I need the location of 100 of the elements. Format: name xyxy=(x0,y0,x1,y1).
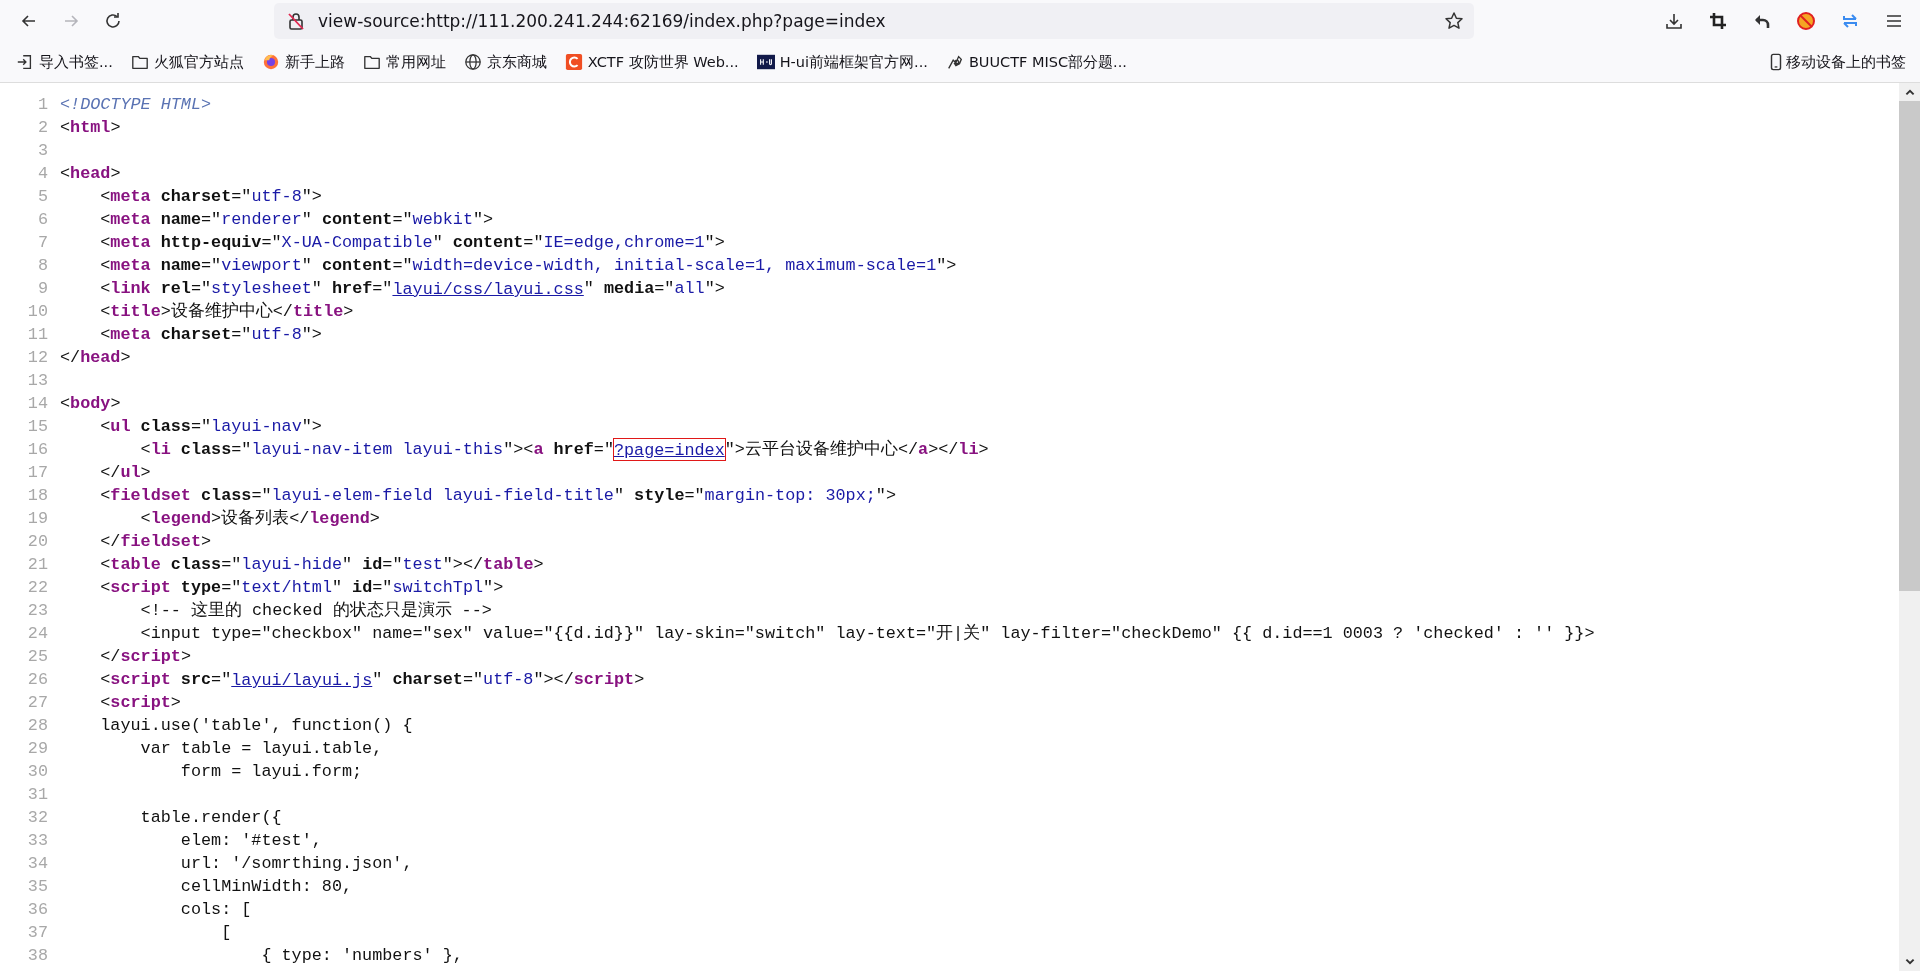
folder-icon xyxy=(362,53,381,71)
line-number: 36 xyxy=(26,899,49,921)
bookmark-item[interactable]: H-ui前端框架官方网... xyxy=(754,49,930,75)
line-number: 26 xyxy=(26,669,49,691)
line-number: 35 xyxy=(26,876,49,898)
code-text: <head> xyxy=(60,163,121,185)
line-number: 28 xyxy=(26,715,49,737)
url-text: view-source:http://111.200.241.244:62169/index.php?page=index xyxy=(318,11,887,31)
scrollbar-thumb[interactable] xyxy=(1899,101,1920,591)
code-text: </ul> xyxy=(99,462,151,484)
code-text: var table = layui.table, xyxy=(139,738,383,760)
line-number: 23 xyxy=(26,600,49,622)
c-letter-logo-icon xyxy=(564,53,583,71)
line-number: 20 xyxy=(26,531,49,553)
line-number: 21 xyxy=(26,554,49,576)
code-text: <legend>设备列表</legend> xyxy=(139,508,380,530)
line-number: 31 xyxy=(26,784,49,806)
line-number: 33 xyxy=(26,830,49,852)
code-text: [ xyxy=(220,922,232,944)
line-number: 7 xyxy=(36,232,49,254)
line-number: 12 xyxy=(26,347,49,369)
bookmark-item[interactable]: 常用网址 xyxy=(360,49,448,75)
code-text: table.render({ xyxy=(139,807,282,829)
code-text: cellMinWidth: 80, xyxy=(179,876,353,898)
dark-square-logo-icon xyxy=(756,53,775,71)
globe-icon xyxy=(463,53,482,71)
line-number: 27 xyxy=(26,692,49,714)
code-text: <meta name="viewport" content="width=device-width, initial-scale=1, maximum-scale=1"> xyxy=(99,255,957,277)
bookmark-item[interactable]: 新手上路 xyxy=(259,49,347,75)
code-text: <html> xyxy=(60,117,121,139)
bookmark-star-icon[interactable] xyxy=(1444,11,1464,31)
line-number: 10 xyxy=(26,301,49,323)
line-number: 17 xyxy=(26,462,49,484)
code-text: <meta charset="utf-8"> xyxy=(99,186,322,208)
bookmark-item[interactable]: XCTF 攻防世界 Web... xyxy=(562,49,741,75)
code-text: elem: '#test', xyxy=(179,830,322,852)
line-number: 4 xyxy=(36,163,49,185)
line-number: 8 xyxy=(36,255,49,277)
code-text: <meta name="renderer" content="webkit"> xyxy=(99,209,494,231)
scrollbar[interactable] xyxy=(1899,83,1920,971)
code-text: </script> xyxy=(99,646,191,668)
import-icon xyxy=(16,53,34,71)
line-number: 13 xyxy=(26,370,49,392)
code-text: <body> xyxy=(60,393,121,415)
line-number: 14 xyxy=(26,393,49,415)
code-text: cols: [ xyxy=(179,899,252,921)
bookmark-item[interactable]: 导入书签... xyxy=(14,49,115,75)
bookmark-item[interactable]: 移动设备上的书签 xyxy=(1765,49,1908,75)
bird-outline-icon xyxy=(945,53,964,71)
bookmark-item[interactable]: 京东商城 xyxy=(461,49,549,75)
line-number: 29 xyxy=(26,738,49,760)
code-text: url: '/somrthing.json', xyxy=(179,853,413,875)
code-text: <meta http-equiv="X-UA-Compatible" content="IE=edge,chrome=1"> xyxy=(99,232,725,254)
code-text: <script> xyxy=(99,692,181,714)
source-link[interactable]: layui/layui.js xyxy=(230,668,374,691)
code-text: " media="all"> xyxy=(583,278,725,300)
code-text: <link rel="stylesheet" href=" xyxy=(99,278,393,300)
line-number: 24 xyxy=(26,623,49,645)
code-text: ">云平台设备维护中心</a></li> xyxy=(724,438,989,461)
insecure-lock-icon xyxy=(286,11,306,31)
line-number: 18 xyxy=(26,485,49,507)
code-text: <!DOCTYPE HTML> xyxy=(60,94,212,116)
code-text: <title>设备维护中心</title> xyxy=(99,300,354,323)
source-link[interactable]: layui/css/layui.css xyxy=(391,277,585,300)
line-number: 37 xyxy=(26,922,49,944)
code-text: <!-- 这里的 checked 的状态只是演示 --> xyxy=(139,600,492,622)
line-number: 5 xyxy=(36,186,49,208)
code-text: " charset="utf-8"></script> xyxy=(372,669,645,691)
line-number: 30 xyxy=(26,761,49,783)
bookmark-item[interactable]: BUUCTF MISC部分题... xyxy=(943,49,1129,75)
code-text: <meta charset="utf-8"> xyxy=(99,324,322,346)
line-number: 16 xyxy=(26,439,49,461)
line-number: 38 xyxy=(26,945,49,967)
line-number: 34 xyxy=(26,853,49,875)
line-number: 15 xyxy=(26,416,49,438)
code-text: <input type="checkbox" name="sex" value="{{d.id}}" lay-skin="switch" lay-text="开|关" lay-filter="checkDemo" {{ d.id==1 0003 ? 'checked' : '' }}> xyxy=(139,623,1595,645)
line-number: 6 xyxy=(36,209,49,231)
line-number: 22 xyxy=(26,577,49,599)
source-link[interactable]: ?page=index xyxy=(612,438,726,461)
line-number: 32 xyxy=(26,807,49,829)
code-text: form = layui.form; xyxy=(179,761,363,783)
line-number: 1 xyxy=(36,94,49,116)
code-text: <ul class="layui-nav"> xyxy=(99,416,322,438)
bookmark-item[interactable]: 火狐官方站点 xyxy=(128,49,246,75)
code-text: <script src=" xyxy=(99,669,232,691)
code-text: <li class="layui-nav-item layui-this"><a href=" xyxy=(139,439,614,461)
code-text: <fieldset class="layui-elem-field layui-field-title" style="margin-top: 30px;"> xyxy=(99,485,896,507)
code-text: layui.use('table', function() { xyxy=(99,715,413,737)
line-number: 11 xyxy=(26,324,49,346)
line-number: 25 xyxy=(26,646,49,668)
code-text: { type: 'numbers' }, xyxy=(260,945,463,967)
code-text: </head> xyxy=(60,347,131,369)
line-number: 19 xyxy=(26,508,49,530)
code-text: <table class="layui-hide" id="test"></table> xyxy=(99,554,544,576)
code-text: </fieldset> xyxy=(99,531,212,553)
address-bar[interactable]: view-source:http://111.200.241.244:62169/index.php?page=index xyxy=(274,3,1474,39)
line-number: 2 xyxy=(36,117,49,139)
folder-icon xyxy=(130,53,149,71)
fox-globe-icon xyxy=(261,53,280,71)
line-number: 3 xyxy=(36,140,49,162)
